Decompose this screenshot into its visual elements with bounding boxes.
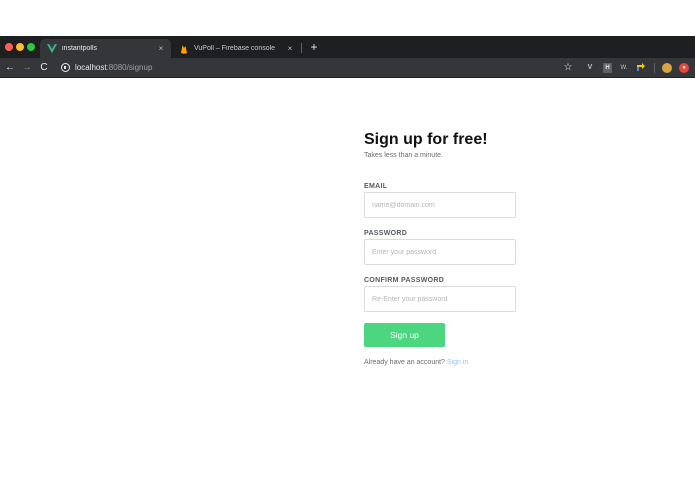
confirm-password-field[interactable] — [364, 286, 516, 312]
password-field[interactable] — [364, 239, 516, 265]
reload-icon[interactable]: C — [37, 60, 51, 76]
confirm-password-label: CONFIRM PASSWORD — [364, 277, 445, 284]
page-title: Sign up for free! — [364, 131, 488, 148]
signup-form: Sign up for free! Takes less than a minu… — [364, 130, 524, 366]
h-extension-icon[interactable]: H — [603, 63, 612, 73]
w-extension-icon[interactable]: W. — [619, 63, 629, 73]
back-arrow-icon[interactable]: ← — [3, 60, 17, 76]
tab-divider — [301, 43, 302, 53]
tab-firebase-console[interactable]: VuPoll – Firebase console × — [172, 39, 300, 58]
window-close-icon[interactable] — [5, 43, 13, 51]
tab-close-icon[interactable]: × — [156, 44, 166, 53]
top-blank-area — [0, 0, 695, 36]
window-maximize-icon[interactable] — [27, 43, 35, 51]
signup-button[interactable]: Sign up — [364, 323, 445, 347]
new-tab-icon[interactable]: + — [308, 39, 320, 55]
account-prompt-text: Already have an account? — [364, 359, 445, 366]
email-field[interactable] — [364, 192, 516, 218]
red-extension-icon[interactable]: ● — [679, 63, 689, 73]
password-label: PASSWORD — [364, 230, 408, 237]
url-host: localhost — [75, 63, 107, 72]
vue-logo-icon — [47, 44, 57, 54]
flag-extension-icon[interactable] — [636, 63, 646, 73]
tab-title: instantpolls — [62, 45, 98, 52]
extensions-divider — [654, 63, 655, 73]
firebase-flame-icon — [179, 44, 189, 54]
star-bookmark-icon[interactable]: ☆ — [563, 63, 573, 73]
tab-instantpolls[interactable]: instantpolls × — [40, 39, 171, 58]
email-label: EMAIL — [364, 183, 388, 190]
window-minimize-icon[interactable] — [16, 43, 24, 51]
vue-devtools-icon[interactable]: V — [585, 63, 595, 73]
site-info-icon[interactable] — [61, 63, 70, 72]
url-path: :8080/signup — [106, 63, 153, 72]
signin-prompt: Already have an account? Sign in — [364, 359, 468, 366]
browser-toolbar: ← → C localhost:8080/signup ☆ V H W. ● — [0, 58, 695, 78]
browser-tab-bar: instantpolls × VuPoll – Firebase console… — [0, 36, 695, 58]
address-bar[interactable]: localhost:8080/signup — [75, 61, 152, 75]
profile-avatar-icon[interactable] — [662, 63, 672, 73]
forward-arrow-icon[interactable]: → — [20, 60, 34, 76]
page-subtitle: Takes less than a minute. — [364, 152, 443, 159]
tab-title: VuPoll – Firebase console — [194, 45, 276, 52]
tab-close-icon[interactable]: × — [285, 44, 295, 53]
signin-link[interactable]: Sign in — [447, 359, 468, 366]
